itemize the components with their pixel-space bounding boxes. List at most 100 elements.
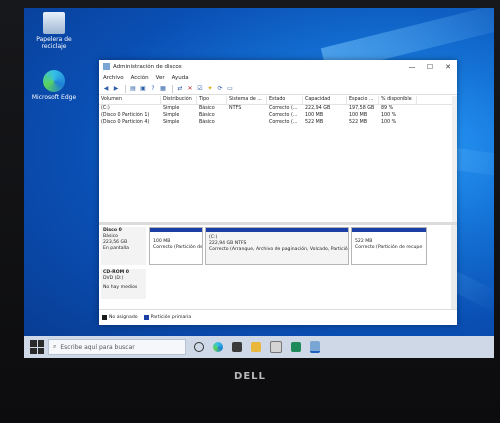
- toolbar-separator: [125, 84, 126, 93]
- file-explorer-icon[interactable]: [232, 342, 242, 352]
- table-row[interactable]: (C:) Simple Básico NTFS Correcto (... 22…: [99, 105, 457, 112]
- table-cell: 89 %: [381, 106, 394, 111]
- table-cell: 197,58 GB: [349, 106, 375, 111]
- disk-0-label[interactable]: Disco 0 Básico 223,56 GB En pantalla: [101, 227, 146, 265]
- column-header[interactable]: Espacio ...: [347, 96, 379, 104]
- table-cell: [227, 112, 267, 119]
- folder-icon[interactable]: [251, 342, 261, 352]
- mail-icon[interactable]: [270, 341, 282, 353]
- disk-status: En pantalla: [103, 246, 129, 251]
- desktop-icon-label: Papelera de reciclaje: [36, 36, 72, 50]
- list-view-icon[interactable]: ▦: [159, 85, 167, 93]
- partition-status: Correcto (Partición de recupe: [355, 245, 423, 250]
- column-header[interactable]: Sistema de ...: [227, 96, 267, 104]
- partition-block[interactable]: 100 MB Correcto (Partición de: [149, 227, 203, 265]
- desktop-icon-recycle-bin[interactable]: Papelera de reciclaje: [29, 12, 79, 50]
- menu-accion[interactable]: Acción: [131, 75, 149, 81]
- legend-label: No asignado: [109, 315, 138, 320]
- table-cell: 222,94 GB: [305, 106, 331, 111]
- column-header[interactable]: % disponible: [379, 96, 417, 104]
- table-cell: Básico: [199, 106, 215, 111]
- disk-status: No hay medios: [103, 285, 138, 290]
- desktop-icon-edge[interactable]: Microsoft Edge: [29, 70, 79, 101]
- menu-bar: Archivo Acción Ver Ayuda: [99, 73, 457, 83]
- column-header[interactable]: Tipo: [197, 96, 227, 104]
- checkmark-icon[interactable]: ☑: [196, 85, 204, 93]
- table-cell: Correcto (...: [269, 120, 298, 125]
- cdrom-0-label[interactable]: CD-ROM 0 DVD (D:) No hay medios: [101, 269, 146, 299]
- table-cell: Correcto (...: [269, 113, 298, 118]
- table-cell: (Disco 0 Partición 4): [101, 120, 150, 125]
- minimize-button[interactable]: —: [403, 60, 421, 73]
- taskbar-search-input[interactable]: ⌕ Escribe aquí para buscar: [48, 339, 186, 355]
- table-cell: Simple: [163, 113, 180, 118]
- partition-status: Correcto (Partición de: [153, 245, 203, 250]
- delete-icon[interactable]: ✕: [186, 85, 194, 93]
- menu-archivo[interactable]: Archivo: [103, 75, 124, 81]
- dell-logo: DELL: [234, 371, 266, 382]
- table-cell: (Disco 0 Partición 1): [101, 113, 150, 118]
- partition-bar: [352, 228, 426, 232]
- cdrom-0-row: CD-ROM 0 DVD (D:) No hay medios: [99, 269, 451, 299]
- console-tree-icon[interactable]: ▤: [129, 85, 137, 93]
- volume-table-scrollbar[interactable]: [452, 96, 457, 222]
- table-cell: 100 MB: [349, 113, 368, 118]
- back-arrow-icon[interactable]: ◀: [102, 85, 110, 93]
- table-cell: Simple: [163, 106, 180, 111]
- legend-swatch-primary: [143, 315, 149, 320]
- table-row[interactable]: (Disco 0 Partición 4) Simple Básico Corr…: [99, 119, 457, 126]
- title-bar[interactable]: Administración de discos — ☐ ✕: [99, 60, 457, 73]
- desktop-screen: Papelera de reciclaje Microsoft Edge Adm…: [24, 8, 494, 358]
- edge-icon[interactable]: [213, 342, 223, 352]
- column-header[interactable]: Volumen: [99, 96, 161, 104]
- forward-arrow-icon[interactable]: ▶: [112, 85, 120, 93]
- windows-start-icon[interactable]: [30, 340, 44, 354]
- column-header[interactable]: Capacidad: [303, 96, 347, 104]
- export-icon[interactable]: ▭: [226, 85, 234, 93]
- table-cell: 100 %: [381, 113, 397, 118]
- table-cell: [227, 119, 267, 126]
- table-cell: 522 MB: [305, 120, 324, 125]
- disk-management-icon: [103, 63, 110, 70]
- table-cell: 100 MB: [305, 113, 324, 118]
- taskbar: ⌕ Escribe aquí para buscar: [24, 336, 494, 358]
- edge-icon: [43, 70, 65, 92]
- column-header[interactable]: Estado: [267, 96, 303, 104]
- close-button[interactable]: ✕: [439, 60, 457, 73]
- store-icon[interactable]: [291, 342, 301, 352]
- partition-bar: [206, 228, 348, 232]
- recycle-bin-icon: [43, 12, 65, 34]
- partition-block[interactable]: (C:) 222,94 GB NTFS Correcto (Arranque, …: [205, 227, 349, 265]
- disk-management-icon[interactable]: [310, 341, 320, 353]
- volume-table-header: Volumen Distribución Tipo Sistema de ...…: [99, 96, 457, 105]
- rescan-icon[interactable]: ⟳: [216, 85, 224, 93]
- menu-ayuda[interactable]: Ayuda: [172, 75, 189, 81]
- legend-label: Partición primaria: [150, 315, 192, 320]
- menu-ver[interactable]: Ver: [156, 75, 165, 81]
- task-view-icon[interactable]: [194, 342, 204, 352]
- window-title: Administración de discos: [113, 63, 182, 70]
- partition-block[interactable]: 522 MB Correcto (Partición de recupe: [351, 227, 427, 265]
- table-cell: Básico: [199, 120, 215, 125]
- help-icon[interactable]: ?: [149, 85, 157, 93]
- search-placeholder: Escribe aquí para buscar: [60, 343, 135, 351]
- disk-map-pane: Disco 0 Básico 223,56 GB En pantalla 100…: [99, 225, 451, 309]
- table-cell: Básico: [199, 113, 215, 118]
- search-icon: ⌕: [53, 343, 57, 350]
- toolbar-separator: [172, 84, 173, 93]
- table-cell: Simple: [163, 120, 180, 125]
- desktop-icon-label: Microsoft Edge: [31, 94, 77, 101]
- disk-management-window: Administración de discos — ☐ ✕ Archivo A…: [99, 60, 457, 325]
- disk-map-scrollbar[interactable]: [451, 225, 457, 309]
- disk-type: DVD (D:): [103, 276, 124, 281]
- wizard-icon[interactable]: ✦: [206, 85, 214, 93]
- toolbar: ◀ ▶ ▤ ▣ ? ▦ ⇄ ✕ ☑ ✦ ⟳ ▭: [99, 83, 457, 95]
- connect-icon[interactable]: ⇄: [176, 85, 184, 93]
- table-cell: 522 MB: [349, 120, 368, 125]
- table-row[interactable]: (Disco 0 Partición 1) Simple Básico Corr…: [99, 112, 457, 119]
- column-header[interactable]: Distribución: [161, 96, 197, 104]
- table-cell: 100 %: [381, 120, 397, 125]
- maximize-button[interactable]: ☐: [421, 60, 439, 73]
- properties-icon[interactable]: ▣: [139, 85, 147, 93]
- table-cell: (C:): [101, 106, 110, 111]
